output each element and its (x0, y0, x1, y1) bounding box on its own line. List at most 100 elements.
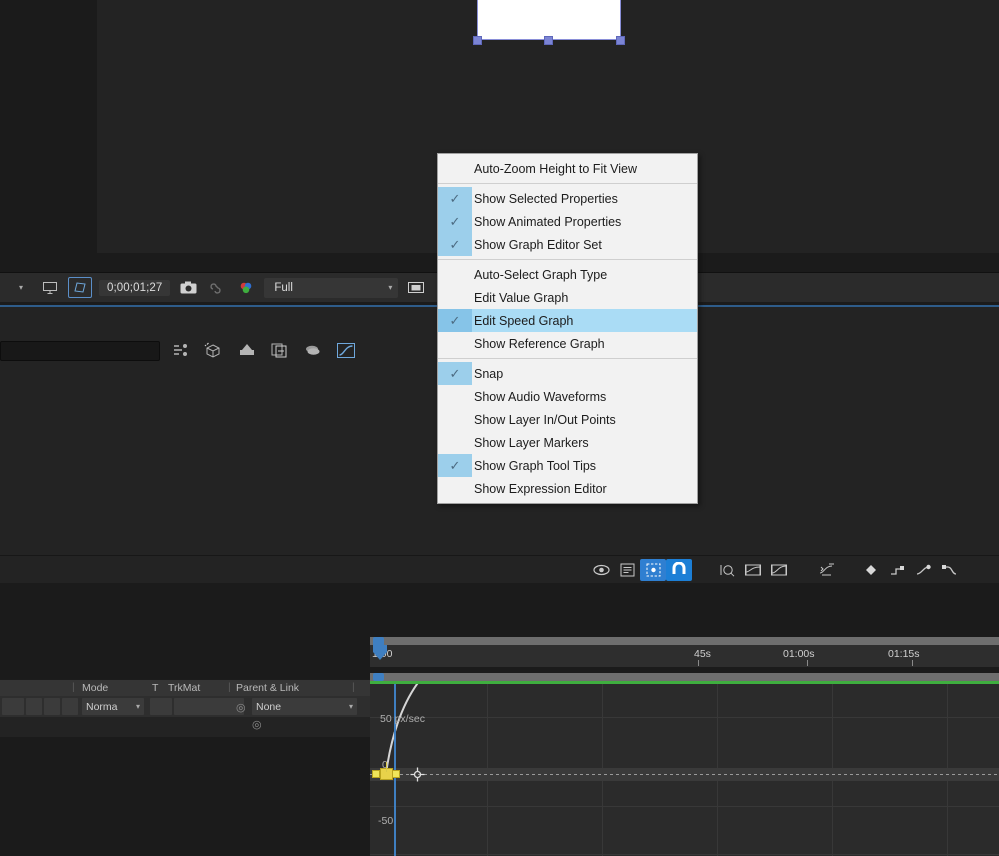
motion-blur-icon[interactable] (236, 338, 258, 362)
menu-item-show-reference-graph[interactable]: Show Reference Graph (438, 332, 697, 355)
layer-handle-bottom-right[interactable] (616, 36, 625, 45)
mask-view-icon[interactable] (68, 277, 92, 298)
pickwhip-icon[interactable]: ◎ (252, 718, 262, 731)
checkmark-slot-empty (438, 408, 472, 431)
search-input[interactable] (0, 341, 160, 361)
menu-item-label: Show Audio Waveforms (472, 390, 606, 404)
layer-handle-bottom-center[interactable] (544, 36, 553, 45)
checkmark-icon: ✓ (438, 187, 472, 210)
keyframe-auto-bezier-icon[interactable] (910, 559, 936, 581)
menu-item-edit-value-graph[interactable]: Edit Value Graph (438, 286, 697, 309)
graph-editor-area[interactable]: 50 px/sec 0 -50 (370, 684, 999, 856)
checkmark-slot-empty (438, 477, 472, 500)
show-animated-properties-icon[interactable] (614, 559, 640, 581)
snap-magnet-icon[interactable] (666, 559, 692, 581)
column-t[interactable]: T (152, 682, 158, 694)
menu-item-label: Snap (472, 367, 503, 381)
region-of-interest-icon[interactable] (39, 278, 61, 297)
current-time-indicator-head[interactable] (370, 645, 390, 661)
checkmark-slot-empty (438, 286, 472, 309)
auto-zoom-height-icon[interactable] (766, 559, 792, 581)
graph-editor-icon[interactable] (335, 338, 357, 362)
menu-item-auto-select-graph-type[interactable]: Auto-Select Graph Type (438, 263, 697, 286)
menu-item-auto-zoom-height-to-fit-view[interactable]: Auto-Zoom Height to Fit View (438, 157, 697, 180)
menu-item-show-graph-editor-set[interactable]: ✓Show Graph Editor Set (438, 233, 697, 256)
current-timecode[interactable]: 0;00;01;27 (99, 280, 170, 296)
frame-blending-icon[interactable] (269, 338, 291, 362)
graph-axis-label-top: 50 px/sec (380, 713, 425, 725)
checkmark-slot-empty (438, 157, 472, 180)
menu-item-show-animated-properties[interactable]: ✓Show Animated Properties (438, 210, 697, 233)
menu-item-label: Edit Value Graph (472, 291, 568, 305)
menu-item-label: Show Reference Graph (472, 337, 605, 351)
menu-item-show-graph-tool-tips[interactable]: ✓Show Graph Tool Tips (438, 454, 697, 477)
keyframe-handle-stem (386, 762, 387, 772)
parent-pickwhip-icon[interactable]: ◎ (236, 701, 246, 714)
fit-all-graphs-icon[interactable] (740, 559, 766, 581)
keyframe-handle-left[interactable] (372, 770, 380, 778)
menu-item-show-audio-waveforms[interactable]: Show Audio Waveforms (438, 385, 697, 408)
speed-graph-curve[interactable] (370, 684, 999, 856)
show-selected-properties-icon[interactable] (588, 559, 614, 581)
keyframe-hold-icon[interactable] (858, 559, 884, 581)
column-trkmat[interactable]: TrkMat (168, 682, 200, 694)
menu-item-label: Show Selected Properties (472, 192, 618, 206)
column-parent-link[interactable]: Parent & Link (236, 682, 299, 694)
menu-item-show-selected-properties[interactable]: ✓Show Selected Properties (438, 187, 697, 210)
menu-item-show-layer-markers[interactable]: Show Layer Markers (438, 431, 697, 454)
draft-3d-icon[interactable] (302, 338, 324, 362)
blend-mode-dropdown[interactable]: Norma ▾ (82, 698, 144, 715)
menu-separator (438, 259, 697, 260)
menu-separator (438, 358, 697, 359)
fit-selection-icon[interactable] (714, 559, 740, 581)
ruler-label-45s: 45s (694, 648, 711, 660)
checkmark-icon: ✓ (438, 362, 472, 385)
chevron-down-icon[interactable]: ▾ (10, 278, 32, 297)
menu-item-edit-speed-graph[interactable]: ✓Edit Speed Graph (438, 309, 697, 332)
keyframe-linear-icon[interactable] (884, 559, 910, 581)
channel-color-icon[interactable] (235, 278, 257, 297)
menu-item-label: Show Layer Markers (472, 436, 589, 450)
menu-item-snap[interactable]: ✓Snap (438, 362, 697, 385)
chevron-down-icon: ▾ (349, 702, 353, 711)
checkmark-icon: ✓ (438, 233, 472, 256)
work-area-band-bottom[interactable] (370, 673, 999, 681)
snapshot-camera-icon[interactable] (177, 278, 199, 297)
menu-item-label: Show Animated Properties (472, 215, 621, 229)
graph-editor-bottom-toolbar[interactable] (0, 555, 999, 583)
menu-item-label: Edit Speed Graph (472, 314, 573, 328)
parent-link-dropdown[interactable]: None ▾ (252, 698, 357, 715)
keyframe-handle-right[interactable] (392, 770, 400, 778)
resolution-dropdown[interactable]: Full ▾ (264, 278, 398, 298)
keyframe-ease-icon[interactable] (936, 559, 962, 581)
menu-item-label: Auto-Zoom Height to Fit View (472, 162, 637, 176)
column-mode[interactable]: Mode (82, 682, 108, 694)
selected-layer-rectangle[interactable] (477, 0, 621, 40)
separate-dimensions-icon[interactable] (814, 559, 840, 581)
menu-separator (438, 183, 697, 184)
work-area-end-handle[interactable] (373, 673, 384, 681)
shy-layers-icon[interactable] (170, 338, 192, 362)
timeline-ruler[interactable]: 1:00 45s 01:00s 01:15s (370, 645, 999, 667)
checkmark-slot-empty (438, 263, 472, 286)
menu-item-label: Show Graph Editor Set (472, 238, 602, 252)
graph-editor-context-menu[interactable]: Auto-Zoom Height to Fit View✓Show Select… (437, 153, 698, 504)
graph-editor-set-icon[interactable] (640, 559, 666, 581)
blend-mode-value: Norma (86, 701, 118, 713)
timeline-switch-group[interactable] (170, 338, 357, 362)
menu-item-show-expression-editor[interactable]: Show Expression Editor (438, 477, 697, 500)
anchor-point-crosshair[interactable] (410, 767, 425, 782)
menu-item-show-layer-in-out-points[interactable]: Show Layer In/Out Points (438, 408, 697, 431)
checkmark-icon: ✓ (438, 210, 472, 233)
resolution-value: Full (274, 282, 293, 294)
transparency-grid-icon[interactable] (405, 278, 427, 297)
graph-axis-label-bottom: -50 (378, 815, 393, 827)
ruler-label-0115s: 01:15s (888, 648, 920, 660)
3d-renderer-icon[interactable] (203, 338, 225, 362)
checkmark-icon: ✓ (438, 454, 472, 477)
show-snapshot-icon[interactable] (206, 278, 228, 297)
checkmark-slot-empty (438, 385, 472, 408)
chevron-down-icon: ▾ (136, 702, 140, 711)
layer-handle-bottom-left[interactable] (473, 36, 482, 45)
chevron-down-icon: ▾ (388, 283, 392, 292)
